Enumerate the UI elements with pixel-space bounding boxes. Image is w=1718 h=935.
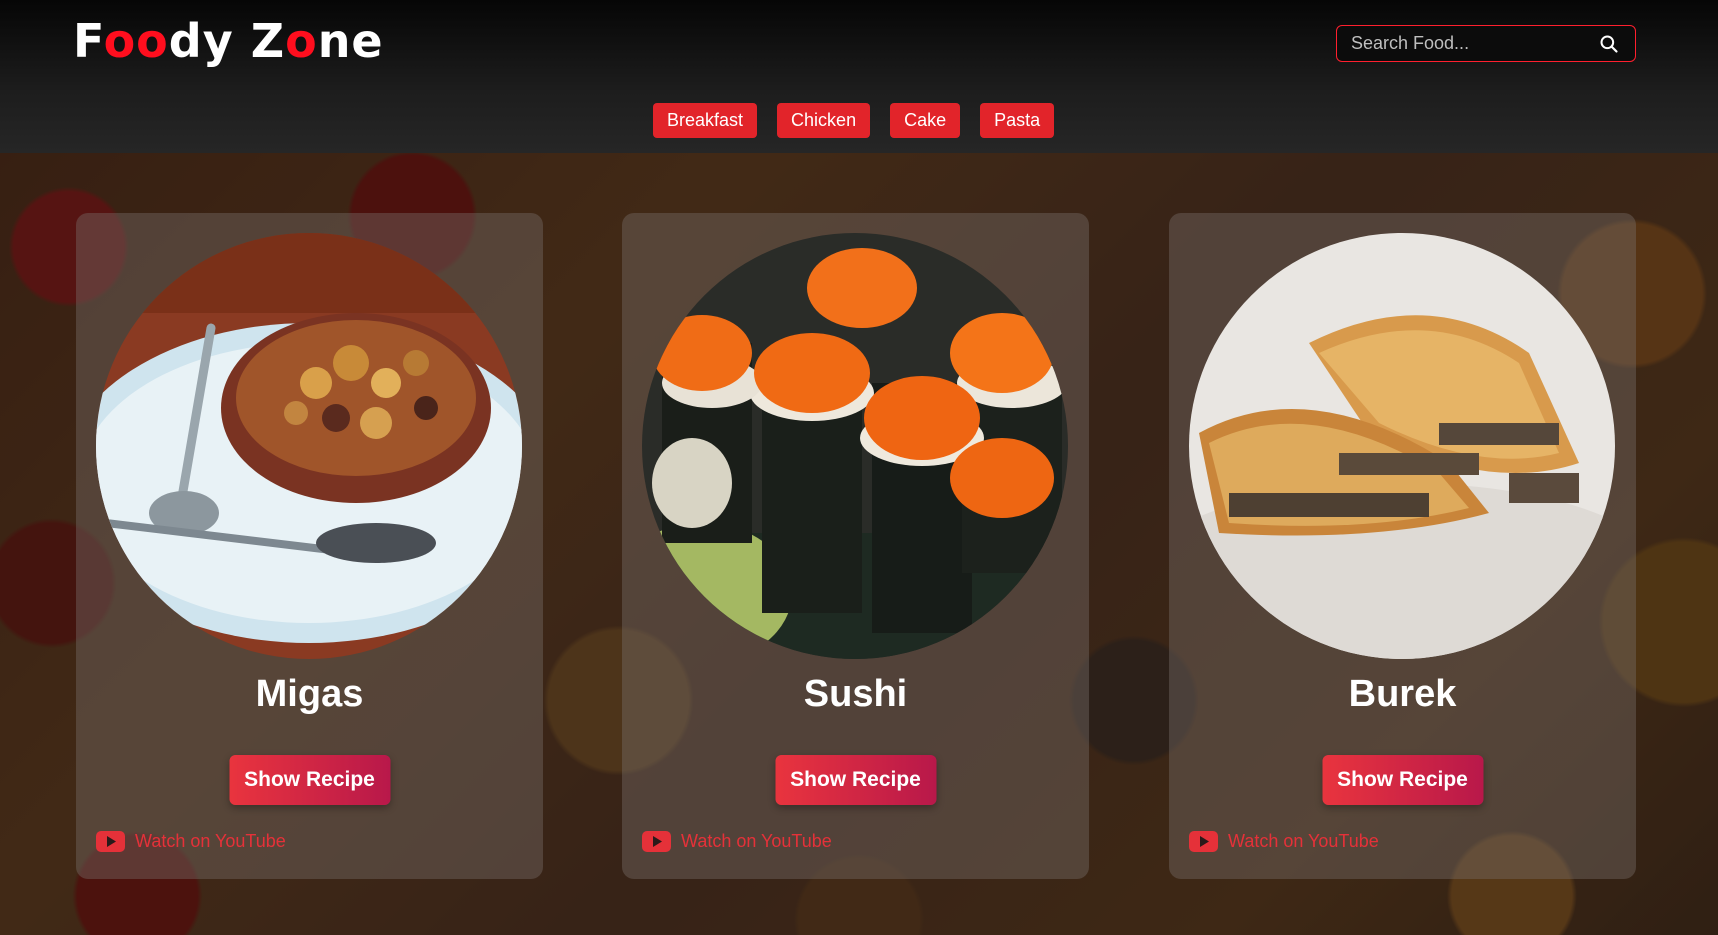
search-icon[interactable] [1599,34,1619,54]
filter-chicken-button[interactable]: Chicken [777,103,871,138]
watch-youtube-link[interactable]: Watch on YouTube [642,831,832,852]
show-recipe-button[interactable]: Show Recipe [229,755,390,805]
youtube-icon [96,831,125,852]
recipe-card-burek: Burek Show Recipe Watch on YouTube [1169,213,1636,879]
search-input[interactable] [1337,26,1587,61]
recipe-title: Migas [255,673,364,715]
header: Foody Zone Breakfast Chicken Cake Pasta [0,0,1718,153]
filter-breakfast-button[interactable]: Breakfast [653,103,758,138]
recipe-title: Burek [1348,673,1457,715]
youtube-icon [1189,831,1218,852]
watch-youtube-link[interactable]: Watch on YouTube [96,831,286,852]
logo[interactable]: Foody Zone [73,14,384,68]
show-recipe-button[interactable]: Show Recipe [775,755,936,805]
migas-photo [96,233,522,659]
search-box [1336,25,1636,62]
burek-photo [1189,233,1615,659]
youtube-icon [642,831,671,852]
show-recipe-button[interactable]: Show Recipe [1322,755,1483,805]
filter-cake-button[interactable]: Cake [890,103,961,138]
recipe-title: Sushi [803,673,908,715]
sushi-photo [642,233,1068,659]
filter-pasta-button[interactable]: Pasta [980,103,1055,138]
category-filters: Breakfast Chicken Cake Pasta [653,103,1055,138]
recipe-card-sushi: Sushi Show Recipe Watch on YouTube [622,213,1089,879]
recipe-card-migas: Migas Show Recipe Watch on YouTube [76,213,543,879]
watch-youtube-link[interactable]: Watch on YouTube [1189,831,1379,852]
